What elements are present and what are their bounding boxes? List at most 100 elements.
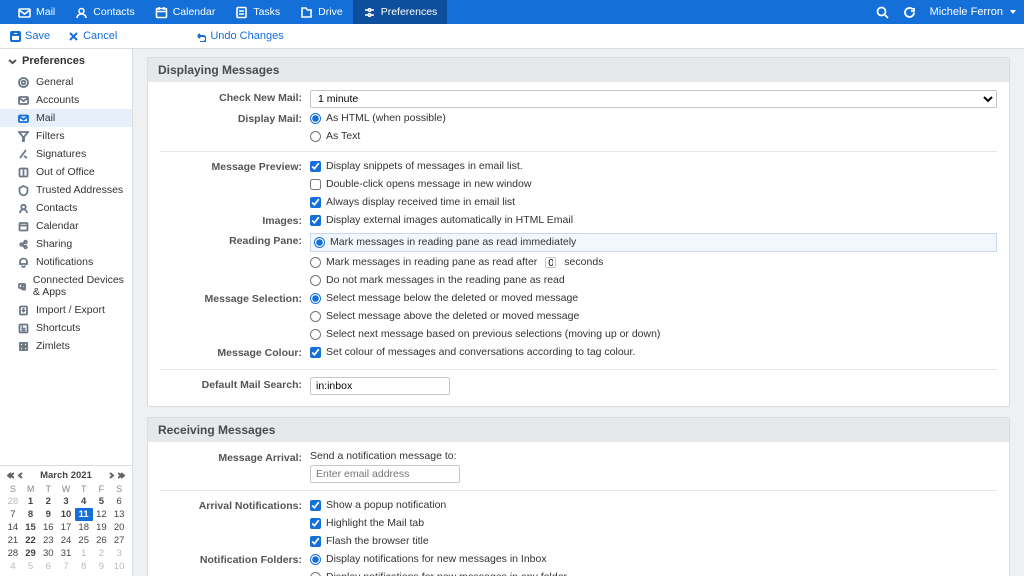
- cal-day[interactable]: 22: [22, 534, 40, 547]
- sidebar-item-mail[interactable]: Mail: [0, 109, 132, 127]
- cal-day[interactable]: 11: [75, 508, 93, 521]
- cal-day[interactable]: 14: [4, 521, 22, 534]
- sidebar-item-notifications[interactable]: Notifications: [0, 253, 132, 271]
- cal-day[interactable]: 25: [75, 534, 93, 547]
- cal-day[interactable]: 28: [4, 495, 22, 508]
- sidebar-item-accounts[interactable]: Accounts: [0, 91, 132, 109]
- selection-below-radio[interactable]: [310, 293, 321, 304]
- cal-day[interactable]: 31: [57, 547, 75, 560]
- sidebar-label: Contacts: [36, 202, 77, 214]
- cal-day[interactable]: 10: [110, 560, 128, 573]
- save-button[interactable]: Save: [10, 30, 50, 42]
- nav-mail[interactable]: Mail: [8, 0, 65, 24]
- sidebar-item-import-export[interactable]: Import / Export: [0, 301, 132, 319]
- cal-day[interactable]: 10: [57, 508, 75, 521]
- cal-day[interactable]: 2: [39, 495, 57, 508]
- check-new-mail-select[interactable]: 1 minute: [310, 90, 997, 108]
- folders-inbox-radio[interactable]: [310, 554, 321, 565]
- notif-highlight-check[interactable]: [310, 518, 321, 529]
- cal-day[interactable]: 7: [57, 560, 75, 573]
- cal-day[interactable]: 8: [22, 508, 40, 521]
- cal-day[interactable]: 29: [22, 547, 40, 560]
- cal-day[interactable]: 24: [57, 534, 75, 547]
- images-external-check[interactable]: [310, 215, 321, 226]
- nav-preferences[interactable]: Preferences: [353, 0, 448, 24]
- cal-day[interactable]: 18: [75, 521, 93, 534]
- sidebar-item-sharing[interactable]: Sharing: [0, 235, 132, 253]
- cal-day[interactable]: 1: [75, 547, 93, 560]
- cal-day[interactable]: 21: [4, 534, 22, 547]
- cal-day[interactable]: 13: [110, 508, 128, 521]
- cal-day[interactable]: 12: [93, 508, 111, 521]
- cal-dow: S: [110, 483, 128, 495]
- sidebar-item-trusted-addresses[interactable]: Trusted Addresses: [0, 181, 132, 199]
- cal-day[interactable]: 30: [39, 547, 57, 560]
- cancel-button[interactable]: Cancel: [68, 30, 117, 42]
- sidebar-header[interactable]: Preferences: [0, 49, 132, 73]
- reading-pane-immediate-radio[interactable]: [314, 237, 325, 248]
- sidebar-item-connected-devices-apps[interactable]: Connected Devices & Apps: [0, 271, 132, 301]
- display-mail-html-radio[interactable]: [310, 113, 321, 124]
- cal-day[interactable]: 15: [22, 521, 40, 534]
- nav-drive[interactable]: Drive: [290, 0, 353, 24]
- cal-prev-icon[interactable]: [17, 472, 24, 479]
- cal-day[interactable]: 20: [110, 521, 128, 534]
- cal-day[interactable]: 9: [39, 508, 57, 521]
- nav-tasks[interactable]: Tasks: [225, 0, 290, 24]
- cal-day[interactable]: 1: [22, 495, 40, 508]
- cal-day[interactable]: 23: [39, 534, 57, 547]
- selection-previous-radio[interactable]: [310, 329, 321, 340]
- preview-snippets-check[interactable]: [310, 161, 321, 172]
- cal-day[interactable]: 19: [93, 521, 111, 534]
- cal-day[interactable]: 2: [93, 547, 111, 560]
- notif-popup-check[interactable]: [310, 500, 321, 511]
- nav-label: Preferences: [381, 6, 438, 18]
- sidebar-item-calendar[interactable]: Calendar: [0, 217, 132, 235]
- default-search-input[interactable]: [310, 377, 450, 395]
- reading-pane-never-radio[interactable]: [310, 275, 321, 286]
- sidebar-item-general[interactable]: General: [0, 73, 132, 91]
- cal-next-year-icon[interactable]: [118, 472, 125, 479]
- undo-button[interactable]: Undo Changes: [195, 30, 283, 42]
- sidebar-item-filters[interactable]: Filters: [0, 127, 132, 145]
- cal-next-icon[interactable]: [108, 472, 115, 479]
- user-menu[interactable]: Michele Ferron: [930, 6, 1016, 18]
- cal-day[interactable]: 6: [110, 495, 128, 508]
- display-mail-text-radio[interactable]: [310, 131, 321, 142]
- cal-day[interactable]: 8: [75, 560, 93, 573]
- sidebar-item-contacts[interactable]: Contacts: [0, 199, 132, 217]
- cal-day[interactable]: 5: [22, 560, 40, 573]
- cal-day[interactable]: 4: [4, 560, 22, 573]
- nav-contacts[interactable]: Contacts: [65, 0, 144, 24]
- sidebar-item-zimlets[interactable]: Zimlets: [0, 337, 132, 355]
- cal-day[interactable]: 7: [4, 508, 22, 521]
- preview-time-check[interactable]: [310, 197, 321, 208]
- nav-calendar[interactable]: Calendar: [145, 0, 226, 24]
- reading-pane-seconds-input[interactable]: [545, 257, 556, 268]
- selection-above-radio[interactable]: [310, 311, 321, 322]
- search-icon[interactable]: [876, 6, 889, 19]
- cal-day[interactable]: 4: [75, 495, 93, 508]
- cal-day[interactable]: 9: [93, 560, 111, 573]
- sidebar-item-signatures[interactable]: Signatures: [0, 145, 132, 163]
- cal-day[interactable]: 17: [57, 521, 75, 534]
- arrival-email-input[interactable]: [310, 465, 460, 483]
- cal-day[interactable]: 27: [110, 534, 128, 547]
- sidebar-item-shortcuts[interactable]: Shortcuts: [0, 319, 132, 337]
- cal-day[interactable]: 3: [57, 495, 75, 508]
- colour-tag-check[interactable]: [310, 347, 321, 358]
- cal-day[interactable]: 6: [39, 560, 57, 573]
- folders-any-radio[interactable]: [310, 572, 321, 576]
- cal-day[interactable]: 5: [93, 495, 111, 508]
- cal-day[interactable]: 28: [4, 547, 22, 560]
- reading-pane-after-radio[interactable]: [310, 257, 321, 268]
- preview-dblclick-check[interactable]: [310, 179, 321, 190]
- refresh-icon[interactable]: [903, 6, 916, 19]
- cal-prev-year-icon[interactable]: [7, 472, 14, 479]
- cal-day[interactable]: 26: [93, 534, 111, 547]
- notif-flash-check[interactable]: [310, 536, 321, 547]
- label-check-new-mail: Check New Mail:: [160, 90, 310, 107]
- cal-day[interactable]: 16: [39, 521, 57, 534]
- sidebar-item-out-of-office[interactable]: Out of Office: [0, 163, 132, 181]
- cal-day[interactable]: 3: [110, 547, 128, 560]
